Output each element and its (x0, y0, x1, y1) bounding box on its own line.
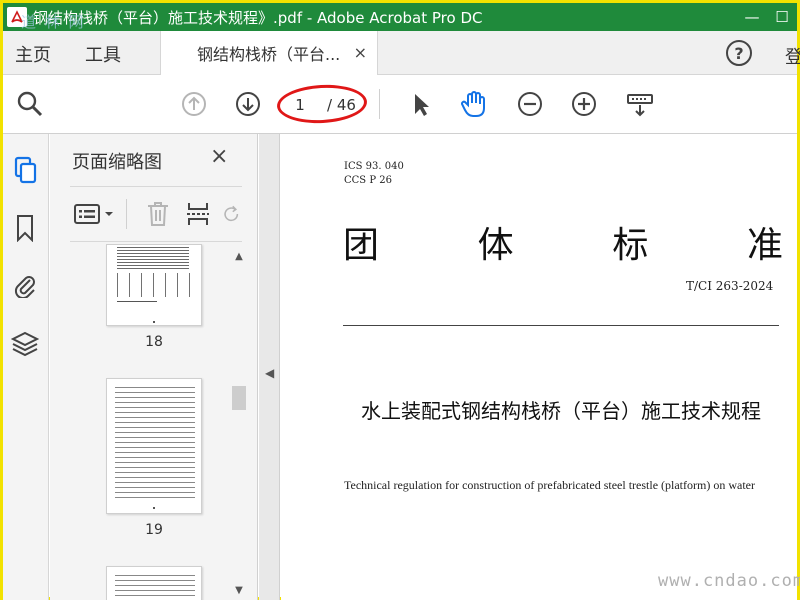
page-thumbnail[interactable] (106, 244, 202, 326)
thumbnail-panel: 页面缩略图 × 18 19 ▲ ▼ (50, 134, 258, 600)
collapse-panel-icon[interactable]: ◀ (265, 366, 274, 380)
zoom-in-icon[interactable] (569, 89, 599, 119)
zoom-out-icon[interactable] (515, 89, 545, 119)
standard-type-title: 团 体 标 准 (343, 216, 783, 268)
layers-icon[interactable] (11, 330, 39, 358)
options-menu-icon[interactable] (72, 199, 118, 229)
title-char: 团 (343, 225, 380, 266)
page-thumbnails-icon[interactable] (11, 156, 39, 184)
panel-toolbar-divider (126, 199, 127, 229)
app-window: 钢结构栈桥（平台）施工技术规程》.pdf - Adobe Acrobat Pro… (0, 0, 800, 600)
navigation-rail (3, 134, 49, 600)
classification-codes: ICS 93. 040 CCS P 26 (344, 160, 404, 188)
next-page-icon[interactable] (233, 89, 263, 119)
page-number-label: 19 (145, 522, 163, 538)
document-tab-label: 钢结构栈桥（平台... (197, 45, 341, 64)
scroll-down-icon[interactable]: ▼ (230, 582, 248, 600)
tools-tab[interactable]: 工具 (85, 41, 121, 67)
page-number-label: 18 (145, 334, 163, 350)
select-arrow-icon[interactable] (406, 89, 436, 119)
panel-title: 页面缩略图 (72, 152, 162, 173)
title-bar: 钢结构栈桥（平台）施工技术规程》.pdf - Adobe Acrobat Pro… (3, 3, 797, 31)
home-tab[interactable]: 主页 (15, 41, 51, 67)
prev-page-icon[interactable] (179, 89, 209, 119)
attachment-icon[interactable] (11, 270, 39, 298)
ccs-code: CCS P 26 (344, 175, 392, 186)
scroll-mode-icon[interactable] (625, 89, 655, 119)
thumbnail-scrollbar[interactable]: ▲ ▼ (230, 244, 248, 600)
standard-number: T/CI 263-2024 (686, 279, 774, 293)
page-thumbnail[interactable] (106, 378, 202, 514)
rotate-page-icon[interactable] (222, 199, 242, 229)
close-tab-icon[interactable]: × (354, 43, 367, 62)
extract-page-icon[interactable] (184, 199, 212, 229)
hand-tool-icon[interactable] (459, 89, 489, 119)
thumbnail-list: 18 19 (70, 244, 242, 600)
document-name-cn: 水上装配式钢结构栈桥（平台）施工技术规程 (361, 399, 761, 423)
help-icon[interactable]: ? (726, 40, 752, 66)
window-title: 钢结构栈桥（平台）施工技术规程》.pdf - Adobe Acrobat Pro… (33, 8, 483, 27)
close-panel-icon[interactable]: × (210, 144, 228, 169)
panel-toolbar (70, 186, 242, 242)
title-char: 准 (746, 225, 783, 266)
toolbar-divider (379, 89, 380, 119)
document-tab[interactable]: 钢结构栈桥（平台... × (160, 31, 378, 75)
document-page: ICS 93. 040 CCS P 26 团 体 标 准 T/CI 263-20… (281, 134, 797, 600)
scroll-up-icon[interactable]: ▲ (230, 248, 248, 266)
tab-bar: 主页 工具 钢结构栈桥（平台... × ? 登 (3, 31, 800, 75)
toolbar: 1 / 46 (3, 75, 797, 134)
page-thumbnail[interactable] (106, 566, 202, 600)
delete-page-icon[interactable] (144, 199, 172, 229)
maximize-button[interactable]: ☐ (767, 3, 797, 31)
panel-splitter[interactable]: ◀ (259, 134, 280, 600)
header-rule (343, 325, 779, 326)
scrollbar-thumb[interactable] (232, 386, 246, 410)
ics-code: ICS 93. 040 (344, 161, 404, 172)
minimize-button[interactable]: — (737, 3, 767, 31)
sign-in-button[interactable]: 登 (785, 43, 800, 69)
document-name-en: Technical regulation for construction of… (344, 478, 755, 492)
watermark-top: 道 林 网 (21, 13, 86, 31)
search-icon[interactable] (15, 89, 45, 119)
watermark-bottom: www.cndao.com (658, 571, 800, 591)
title-char: 体 (477, 225, 514, 266)
title-char: 标 (612, 225, 649, 266)
bookmark-icon[interactable] (11, 214, 39, 242)
